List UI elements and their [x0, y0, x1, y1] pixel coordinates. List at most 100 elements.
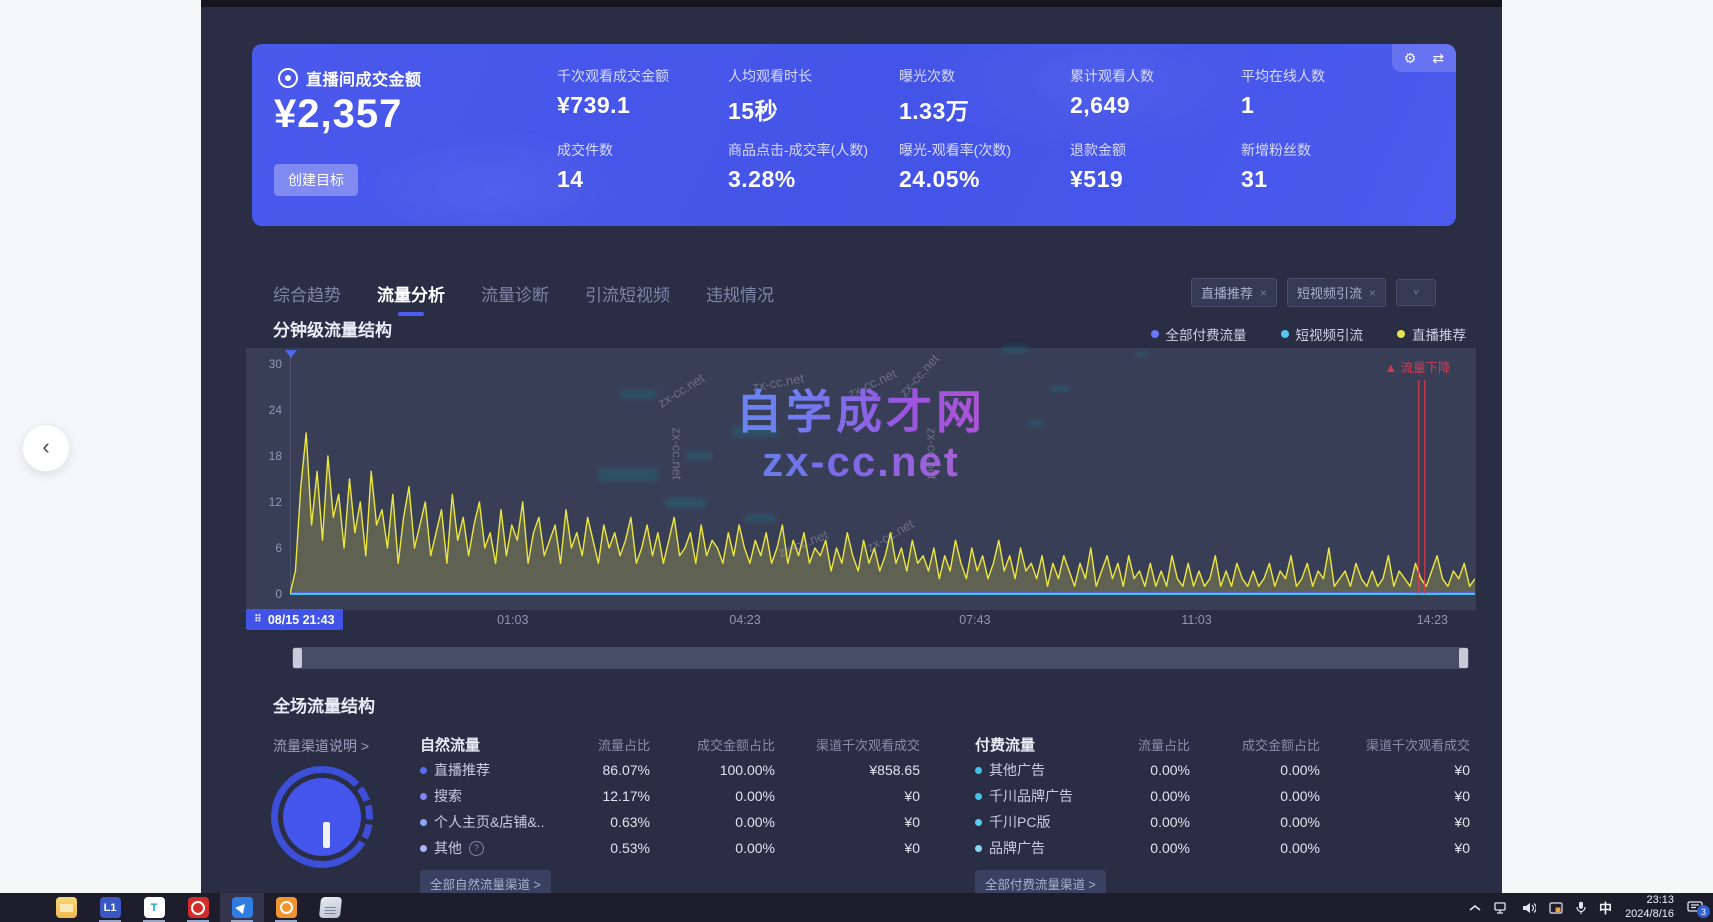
taskbar-item-app-teal-icon[interactable]: T — [132, 893, 176, 922]
filter-dropdown[interactable]: ˅ — [1396, 279, 1436, 306]
metric-9: 退款金额¥519 — [1070, 140, 1240, 193]
y-tick-label: 30 — [246, 357, 282, 371]
natural-all-channels-link[interactable]: 全部自然流量渠道 > — [420, 870, 551, 893]
time-range-start-chip[interactable]: ⠿ 08/15 21:43 — [246, 609, 343, 630]
tray-chevron-up-icon[interactable] — [1469, 904, 1481, 912]
info-icon[interactable]: ? — [469, 841, 484, 856]
tray-clock[interactable]: 23:13 2024/8/16 — [1625, 894, 1674, 922]
traffic-share-value: 0.00% — [1115, 840, 1190, 856]
minute-traffic-chart-panel: 3024181260 ▲ 流量下降 zx-cc.netzx-cc.netzx-c… — [246, 348, 1476, 610]
metrics-grid: 千次观看成交金额¥739.1人均观看时长15秒曝光次数1.33万累计观看人数2,… — [557, 44, 1447, 226]
column-header: 流量占比 — [1115, 735, 1190, 754]
table-row[interactable]: 其他?0.53%0.00%¥0 — [420, 835, 920, 861]
filter-tags: 直播推荐 × 短视频引流 × ˅ — [1191, 278, 1436, 307]
tab-引流短视频[interactable]: 引流短视频 — [585, 281, 670, 316]
metric-value: 1.33万 — [899, 92, 1069, 126]
tab-流量诊断[interactable]: 流量诊断 — [481, 281, 549, 316]
traffic-donut-chart[interactable] — [271, 766, 373, 868]
traffic-share-value: 0.00% — [1115, 814, 1190, 830]
legend-dot-icon — [1151, 330, 1159, 338]
taskbar-item-app-red-icon[interactable] — [176, 893, 220, 922]
filter-tag-短视频引流[interactable]: 短视频引流 × — [1287, 278, 1386, 307]
chart-legend: 全部付费流量 短视频引流 直播推荐 — [1151, 324, 1467, 344]
gmv-share-value: 0.00% — [1190, 814, 1320, 830]
taskbar-item-start-icon[interactable] — [0, 893, 44, 922]
channel-label: 直播推荐 — [420, 760, 570, 780]
channel-name: 其他 — [434, 838, 462, 858]
channel-name: 个人主页&店铺&.. — [434, 812, 544, 832]
natural-traffic-table: 自然流量流量占比成交金额占比渠道千次观看成交直播推荐86.07%100.00%¥… — [420, 731, 920, 893]
natural-table-name: 自然流量 — [420, 734, 570, 755]
metrics-card: ⚙ ⇄ 直播间成交金额 ¥2,357 创建目标 千次观看成交金额¥739.1人均… — [252, 44, 1456, 226]
table-row[interactable]: 搜索12.17%0.00%¥0 — [420, 783, 920, 809]
watermark-text: zx-cc.net — [670, 427, 685, 479]
taskbar-item-file-explorer-icon[interactable] — [44, 893, 88, 922]
channel-name: 直播推荐 — [434, 760, 490, 780]
filter-tag-label: 短视频引流 — [1297, 283, 1362, 302]
microphone-icon[interactable] — [1576, 901, 1586, 914]
back-button[interactable]: ‹ — [22, 424, 70, 472]
column-header: 成交金额占比 — [1190, 735, 1320, 754]
filter-tag-直播推荐[interactable]: 直播推荐 × — [1191, 278, 1277, 307]
table-row[interactable]: 个人主页&店铺&..0.63%0.00%¥0 — [420, 809, 920, 835]
metric-value: 3.28% — [728, 166, 898, 193]
table-row[interactable]: 千川PC版0.00%0.00%¥0 — [975, 809, 1470, 835]
filter-tag-label: 直播推荐 — [1201, 283, 1253, 302]
metric-value: 1 — [1241, 92, 1411, 119]
gmv-share-value: 100.00% — [650, 762, 775, 778]
channel-name: 其他广告 — [989, 760, 1045, 780]
legend-item-全部付费流量[interactable]: 全部付费流量 — [1151, 324, 1247, 344]
gmv-share-value: 0.00% — [650, 840, 775, 856]
tab-综合趋势[interactable]: 综合趋势 — [273, 281, 341, 316]
x-tick-label: 01:03 — [497, 613, 528, 627]
y-tick-label: 0 — [246, 587, 282, 601]
start-time-label: 08/15 21:43 — [268, 613, 335, 627]
remove-tag-icon[interactable]: × — [1369, 286, 1376, 300]
metric-value: 31 — [1241, 166, 1411, 193]
ime-indicator[interactable]: 中 — [1599, 898, 1612, 917]
table-header-row: 自然流量流量占比成交金额占比渠道千次观看成交 — [420, 731, 920, 757]
legend-dot-icon — [1281, 330, 1289, 338]
traffic-line-chart[interactable]: ▲ 流量下降 — [290, 352, 1475, 602]
table-row[interactable]: 直播推荐86.07%100.00%¥858.65 — [420, 757, 920, 783]
traffic-share-value: 0.63% — [570, 814, 650, 830]
tab-违规情况[interactable]: 违规情况 — [706, 281, 774, 316]
metric-value: 24.05% — [899, 166, 1069, 193]
taskbar-item-notepad-icon[interactable] — [308, 893, 352, 922]
channel-help-link[interactable]: 流量渠道说明 > — [273, 736, 369, 756]
taskbar-item-app-pointer-icon[interactable] — [220, 893, 264, 922]
chart-range-slider[interactable] — [292, 647, 1469, 669]
chevron-left-icon: ‹ — [42, 436, 49, 458]
table-row[interactable]: 品牌广告0.00%0.00%¥0 — [975, 835, 1470, 861]
metric-label: 曝光次数 — [899, 66, 1069, 86]
channel-name: 千川PC版 — [989, 812, 1050, 832]
column-header: 成交金额占比 — [650, 735, 775, 754]
legend-item-短视频引流[interactable]: 短视频引流 — [1281, 324, 1364, 344]
remove-tag-icon[interactable]: × — [1260, 286, 1267, 300]
notification-icon[interactable]: 3 — [1687, 901, 1703, 914]
volume-icon[interactable] — [1522, 902, 1536, 914]
network-icon[interactable] — [1494, 902, 1509, 914]
table-row[interactable]: 其他广告0.00%0.00%¥0 — [975, 757, 1470, 783]
app-window-tray-icon[interactable] — [1549, 902, 1563, 914]
metric-3: 曝光次数 1.33万 — [899, 66, 1069, 126]
legend-item-直播推荐[interactable]: 直播推荐 — [1397, 324, 1466, 344]
create-goal-button[interactable]: 创建目标 — [274, 164, 358, 196]
table-row[interactable]: 千川品牌广告0.00%0.00%¥0 — [975, 783, 1470, 809]
taskbar-item-app-orange-icon[interactable] — [264, 893, 308, 922]
slider-handle-left[interactable] — [293, 648, 302, 668]
channel-dot-icon — [975, 819, 982, 826]
paid-traffic-table: 付费流量流量占比成交金额占比渠道千次观看成交其他广告0.00%0.00%¥0千川… — [975, 731, 1470, 893]
paid-all-channels-link[interactable]: 全部付费流量渠道 > — [975, 870, 1106, 893]
metric-label: 商品点击-成交率(人数) — [728, 140, 898, 160]
channel-dot-icon — [975, 845, 982, 852]
y-tick-label: 6 — [246, 541, 282, 555]
metric-label: 曝光-观看率(次数) — [899, 140, 1069, 160]
channel-name: 品牌广告 — [989, 838, 1045, 858]
donut-disc — [283, 778, 361, 856]
metric-2: 人均观看时长15秒 — [728, 66, 898, 126]
metric-10: 新增粉丝数31 — [1241, 140, 1411, 193]
slider-handle-right[interactable] — [1459, 648, 1468, 668]
tab-流量分析[interactable]: 流量分析 — [377, 281, 445, 316]
taskbar-item-app-l1-icon[interactable]: L1 — [88, 893, 132, 922]
